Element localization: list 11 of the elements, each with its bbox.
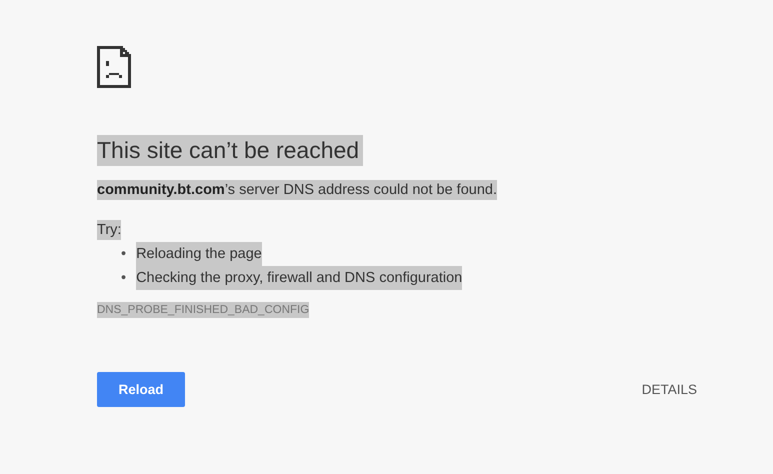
- error-message: community.bt.com’s server DNS address could not be found.: [97, 180, 497, 200]
- suggestions-label: Try:: [97, 220, 122, 240]
- bullet: •: [121, 269, 126, 288]
- error-code: DNS_PROBE_FINISHED_BAD_CONFIG: [97, 302, 310, 318]
- bullet: •: [121, 245, 126, 264]
- reload-button[interactable]: Reload: [97, 372, 185, 407]
- error-heading: This site can’t be reached: [97, 135, 364, 166]
- suggestion-item: Reloading the page: [136, 242, 262, 266]
- details-button[interactable]: DETAILS: [642, 382, 697, 397]
- suggestion-item: Checking the proxy, firewall and DNS configuration: [136, 266, 462, 290]
- sad-page-icon: [97, 46, 131, 88]
